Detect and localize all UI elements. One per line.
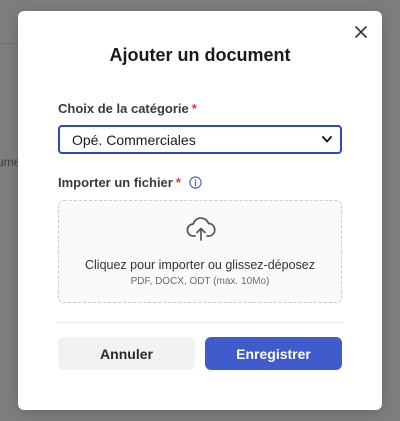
add-document-modal: Ajouter un document Choix de la catégori… (18, 11, 382, 410)
required-mark: * (191, 101, 197, 116)
category-select[interactable]: Opé. Commerciales (58, 125, 342, 154)
cloud-upload-icon (186, 217, 216, 241)
file-label: Importer un fichier * (58, 175, 202, 190)
category-label: Choix de la catégorie * (58, 101, 197, 116)
chevron-down-icon (322, 136, 332, 143)
cancel-button[interactable]: Annuler (58, 337, 195, 370)
file-label-text: Importer un fichier (58, 175, 173, 190)
footer-divider (58, 322, 342, 323)
close-icon (355, 26, 367, 38)
dropzone-formats: PDF, DOCX, ODT (max. 10Mo) (130, 276, 270, 287)
file-dropzone[interactable]: Cliquez pour importer ou glissez-déposez… (58, 200, 342, 303)
category-label-text: Choix de la catégorie (58, 101, 189, 116)
save-button[interactable]: Enregistrer (205, 337, 342, 370)
background-divider (0, 43, 18, 44)
modal-title: Ajouter un document (109, 45, 291, 65)
dropzone-instructions: Cliquez pour importer ou glissez-déposez (85, 258, 315, 272)
close-button[interactable] (353, 24, 369, 40)
info-icon[interactable] (189, 176, 202, 189)
required-mark: * (175, 175, 181, 190)
category-select-value: Opé. Commerciales (72, 131, 196, 148)
